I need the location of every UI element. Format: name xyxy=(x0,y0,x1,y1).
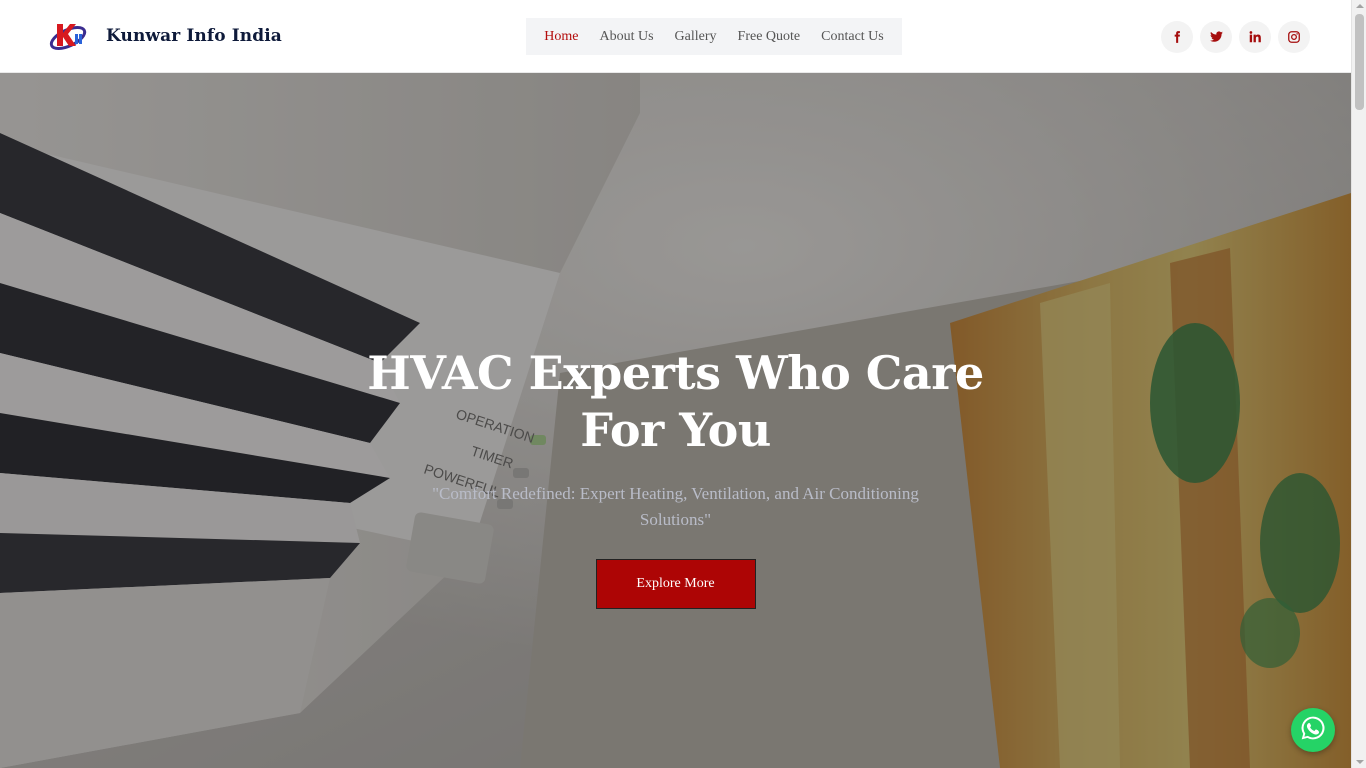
main-nav: Home About Us Gallery Free Quote Contact… xyxy=(526,18,902,55)
hero-title-line2: For You xyxy=(580,403,771,457)
hero-title-line1: HVAC Experts Who Care xyxy=(367,346,984,400)
scrollbar-thumb[interactable] xyxy=(1355,14,1364,110)
nav-home[interactable]: Home xyxy=(534,18,589,55)
explore-more-button[interactable]: Explore More xyxy=(595,559,756,609)
nav-about-us[interactable]: About Us xyxy=(589,18,664,55)
hero-subtitle: "Comfort Redefined: Expert Heating, Vent… xyxy=(432,484,919,529)
linkedin-link[interactable] xyxy=(1239,21,1271,53)
scroll-down-arrow-icon[interactable] xyxy=(1356,760,1364,764)
nav-gallery[interactable]: Gallery xyxy=(664,18,727,55)
linkedin-icon xyxy=(1248,30,1262,44)
scroll-up-arrow-icon[interactable] xyxy=(1356,4,1364,8)
instagram-link[interactable] xyxy=(1278,21,1310,53)
instagram-icon xyxy=(1287,30,1301,44)
brand[interactable]: Kunwar Info India xyxy=(48,18,282,54)
hero-content: HVAC Experts Who Care For You "Comfort R… xyxy=(350,345,1001,609)
facebook-link[interactable] xyxy=(1161,21,1193,53)
social-links xyxy=(1161,21,1310,53)
twitter-icon xyxy=(1209,30,1224,44)
kii-logo-icon xyxy=(48,18,88,54)
site-header: Kunwar Info India Home About Us Gallery … xyxy=(0,0,1351,73)
page-scrollbar[interactable] xyxy=(1351,0,1366,768)
whatsapp-icon xyxy=(1299,714,1327,747)
nav-contact-us[interactable]: Contact Us xyxy=(811,18,895,55)
hero-section: OPERATION TIMER POWERFUL HVAC Experts Wh… xyxy=(0,73,1351,768)
hero-title: HVAC Experts Who Care For You xyxy=(350,345,1001,459)
twitter-link[interactable] xyxy=(1200,21,1232,53)
facebook-icon xyxy=(1170,30,1184,44)
whatsapp-button[interactable] xyxy=(1291,708,1335,752)
brand-name: Kunwar Info India xyxy=(106,26,282,46)
nav-free-quote[interactable]: Free Quote xyxy=(727,18,811,55)
